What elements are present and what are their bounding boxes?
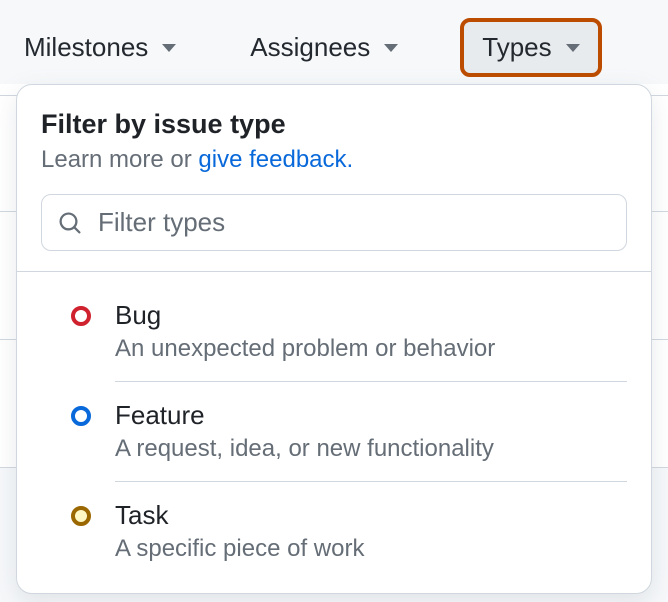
- search-icon: [58, 211, 82, 235]
- assignees-label: Assignees: [250, 32, 370, 63]
- type-item-bug[interactable]: Bug An unexpected problem or behavior: [17, 282, 651, 382]
- bug-circle-icon: [71, 306, 91, 326]
- panel-header: Filter by issue type Learn more or give …: [17, 109, 651, 194]
- type-description: A request, idea, or new functionality: [115, 435, 627, 463]
- caret-down-icon: [566, 44, 580, 52]
- search-box[interactable]: [41, 194, 627, 251]
- caret-down-icon: [384, 44, 398, 52]
- type-item-feature[interactable]: Feature A request, idea, or new function…: [17, 382, 651, 482]
- caret-down-icon: [162, 44, 176, 52]
- types-label: Types: [482, 32, 551, 63]
- type-content: Feature A request, idea, or new function…: [115, 400, 627, 482]
- type-name: Task: [115, 500, 627, 531]
- panel-title: Filter by issue type: [41, 109, 627, 140]
- type-name: Feature: [115, 400, 627, 431]
- feedback-link[interactable]: give feedback.: [198, 146, 353, 173]
- type-name: Bug: [115, 300, 627, 331]
- panel-subtitle: Learn more or give feedback.: [41, 146, 627, 174]
- milestones-filter[interactable]: Milestones: [12, 26, 188, 69]
- search-container: [17, 194, 651, 272]
- search-input[interactable]: [98, 207, 610, 238]
- type-content: Bug An unexpected problem or behavior: [115, 300, 627, 382]
- milestones-label: Milestones: [24, 32, 148, 63]
- subtitle-prefix: Learn more or: [41, 146, 198, 173]
- task-circle-icon: [71, 506, 91, 526]
- feature-circle-icon: [71, 406, 91, 426]
- type-description: A specific piece of work: [115, 535, 627, 563]
- type-content: Task A specific piece of work: [115, 500, 627, 581]
- types-filter[interactable]: Types: [460, 18, 601, 77]
- assignees-filter[interactable]: Assignees: [238, 26, 410, 69]
- type-description: An unexpected problem or behavior: [115, 335, 627, 363]
- types-dropdown-panel: Filter by issue type Learn more or give …: [16, 84, 652, 594]
- type-item-task[interactable]: Task A specific piece of work: [17, 482, 651, 581]
- type-list: Bug An unexpected problem or behavior Fe…: [17, 272, 651, 581]
- filter-bar: Milestones Assignees Types: [0, 0, 668, 96]
